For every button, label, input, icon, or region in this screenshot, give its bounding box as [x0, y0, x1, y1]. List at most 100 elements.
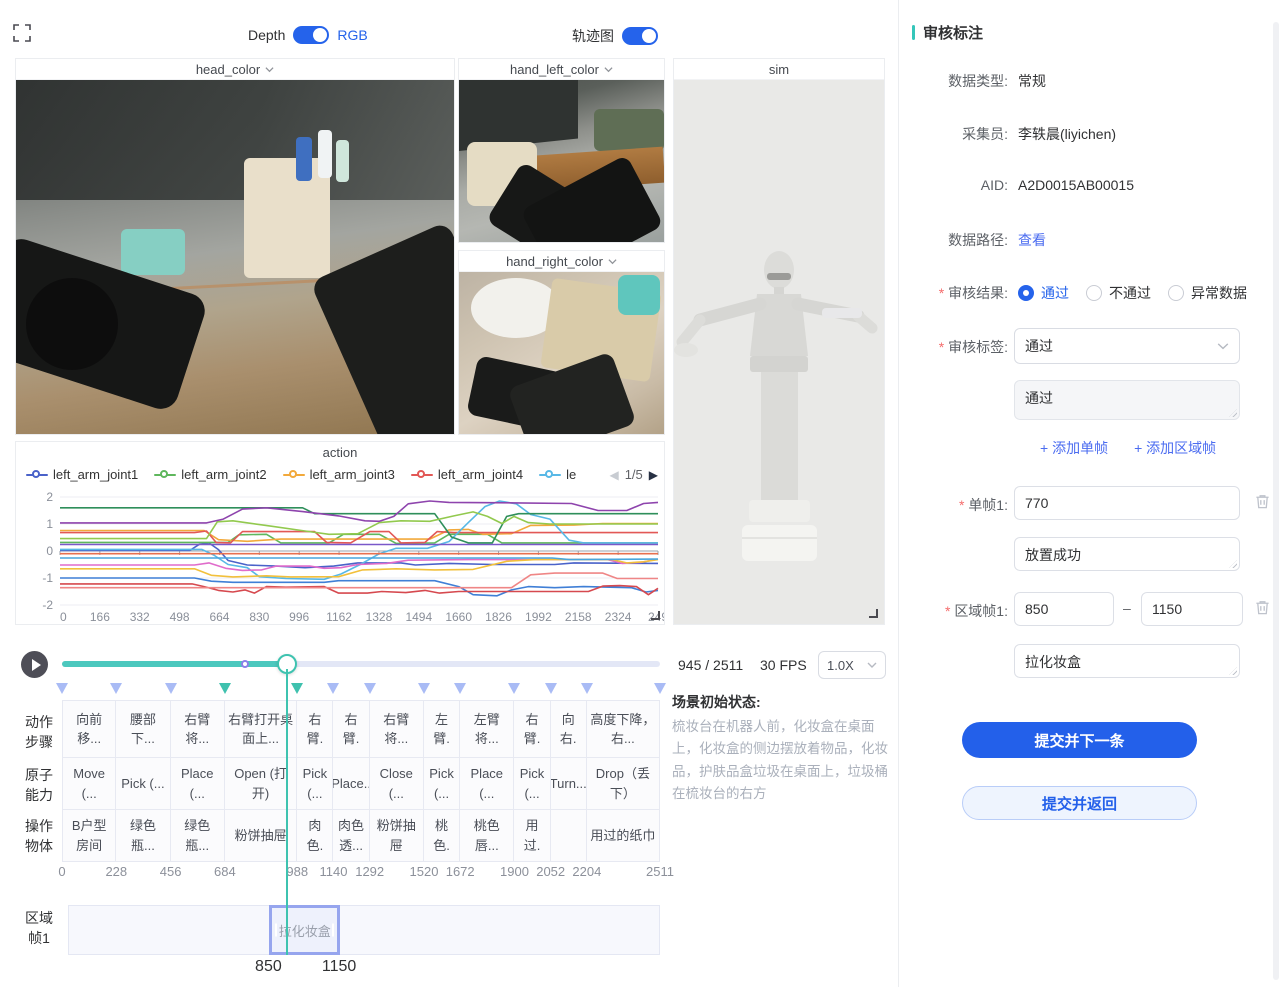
track-cell[interactable]: Place.. — [333, 758, 369, 810]
panel-scrollbar[interactable] — [1273, 22, 1279, 980]
track-cell[interactable]: 肉色. — [297, 810, 333, 862]
segment-flag-icon[interactable] — [581, 683, 593, 694]
track-cell[interactable]: 腰部下... — [116, 700, 170, 758]
sim-viewport[interactable] — [674, 80, 884, 624]
track-cell[interactable]: 桃色. — [424, 810, 460, 862]
segment-flag-icon[interactable] — [418, 683, 430, 694]
track-cell[interactable]: 左臂. — [424, 700, 460, 758]
trajectory-label: 轨迹图 — [572, 26, 614, 46]
track-cell[interactable]: 用过的纸巾 — [587, 810, 660, 862]
region-frame-track[interactable]: 拉化妆盒 — [68, 905, 660, 955]
track-cell[interactable]: Pick (... — [424, 758, 460, 810]
track-cell[interactable]: Pick (... — [297, 758, 333, 810]
svg-text:166: 166 — [90, 610, 110, 624]
resize-corner-icon[interactable] — [869, 609, 878, 618]
playhead-line[interactable] — [286, 669, 288, 955]
region-start-input[interactable]: 850 — [1014, 592, 1114, 626]
track-cell[interactable]: B户型房间 — [62, 810, 116, 862]
track-cell[interactable]: 肉色透... — [333, 810, 369, 862]
resize-grip-icon[interactable] — [1229, 409, 1237, 417]
region-handle-left[interactable] — [275, 924, 277, 937]
camera-label-hand-right: hand_right_color — [506, 254, 603, 269]
field-label: 数据类型: — [912, 71, 1008, 91]
fullscreen-icon[interactable] — [13, 24, 31, 42]
track-cell[interactable]: 向前移... — [62, 700, 116, 758]
segment-flag-icon[interactable] — [508, 683, 520, 694]
svg-text:664: 664 — [209, 610, 229, 624]
region-frame-note-textarea[interactable]: 拉化妆盒 — [1014, 644, 1240, 678]
region-handle-right[interactable] — [332, 924, 334, 937]
segment-flag-icon[interactable] — [654, 683, 666, 694]
legend-prev-icon[interactable]: ◀ — [609, 468, 618, 482]
review-tag-select[interactable]: 通过 — [1014, 328, 1240, 364]
track-cell[interactable]: Place (... — [460, 758, 514, 810]
review-result-radio-selected[interactable]: 通过 — [1018, 283, 1069, 303]
segment-flag-icon[interactable] — [110, 683, 122, 694]
track-cell[interactable]: 右臂将... — [171, 700, 225, 758]
segment-flag-icon[interactable] — [327, 683, 339, 694]
track-cell[interactable]: Move (... — [62, 758, 116, 810]
segment-flag-icon[interactable] — [165, 683, 177, 694]
add-region-frame-link[interactable]: + 添加区域帧 — [1134, 438, 1216, 458]
track-cell[interactable]: Close (... — [370, 758, 424, 810]
segment-flag-icon[interactable] — [545, 683, 557, 694]
track-cell[interactable]: 绿色瓶... — [116, 810, 170, 862]
track-cell[interactable]: 右臂将... — [370, 700, 424, 758]
segment-flag-icon[interactable] — [219, 683, 231, 694]
resize-corner-icon[interactable] — [651, 611, 660, 620]
review-tag-note-textarea[interactable]: 通过 — [1014, 380, 1240, 420]
resize-grip-icon[interactable] — [1229, 560, 1237, 568]
track-cell[interactable]: Turn... — [551, 758, 587, 810]
segment-flag-icon[interactable] — [454, 683, 466, 694]
track-cell[interactable]: 右臂. — [514, 700, 550, 758]
track-cell[interactable]: 右臂. — [297, 700, 333, 758]
play-button[interactable] — [21, 651, 48, 678]
track-cell[interactable]: Pick (... — [116, 758, 170, 810]
single-frame-note-textarea[interactable]: 放置成功 — [1014, 537, 1240, 571]
review-result-radio-option[interactable]: 不通过 — [1086, 283, 1151, 303]
track-cell[interactable]: 粉饼抽屉 — [370, 810, 424, 862]
track-cell[interactable] — [551, 810, 587, 862]
legend-item[interactable]: left_arm_joint4 — [411, 467, 523, 482]
scene-title: 场景初始状态: — [672, 692, 896, 712]
track-cell[interactable]: 右臂. — [333, 700, 369, 758]
segment-flag-icon[interactable] — [56, 683, 68, 694]
add-single-frame-link[interactable]: + 添加单帧 — [1040, 438, 1108, 458]
playback-speed-select[interactable]: 1.0X — [818, 651, 886, 679]
action-line-chart[interactable]: 210-1-2016633249866483099611621328149416… — [16, 487, 664, 625]
track-cell[interactable]: Drop（丢下） — [587, 758, 660, 810]
region-frame-segment[interactable]: 拉化妆盒 — [269, 905, 340, 955]
track-cell[interactable]: Place (... — [171, 758, 225, 810]
track-cell[interactable]: 高度下降，右... — [587, 700, 660, 758]
legend-item[interactable]: left_arm_joint1 — [26, 467, 138, 482]
view-link[interactable]: 查看 — [1018, 230, 1046, 250]
delete-region-frame-icon[interactable] — [1254, 599, 1272, 617]
segment-flag-icon[interactable] — [364, 683, 376, 694]
region-end-input[interactable]: 1150 — [1141, 592, 1243, 626]
submit-next-button[interactable]: 提交并下一条 — [962, 722, 1197, 758]
single-frame-input[interactable]: 770 — [1014, 486, 1240, 520]
camera-select-hand-left[interactable]: hand_left_color — [459, 59, 664, 80]
track-cell[interactable]: Pick (... — [514, 758, 550, 810]
trajectory-toggle[interactable] — [622, 27, 658, 45]
depth-rgb-toggle[interactable] — [293, 26, 329, 44]
legend-item[interactable]: left_arm_joint3 — [283, 467, 395, 482]
submit-return-button[interactable]: 提交并返回 — [962, 786, 1197, 820]
track-label-objects: 操作物体 — [22, 816, 56, 857]
track-cell[interactable]: 桃色唇... — [460, 810, 514, 862]
resize-grip-icon[interactable] — [1229, 667, 1237, 675]
track-cell[interactable]: 向右. — [551, 700, 587, 758]
panel-divider — [898, 0, 899, 987]
legend-item[interactable]: le — [539, 467, 576, 482]
field-value: 李轶晨(liyichen) — [1018, 124, 1116, 144]
track-cell[interactable]: 左臂将... — [460, 700, 514, 758]
track-cell[interactable]: 用过. — [514, 810, 550, 862]
review-result-radio-option[interactable]: 异常数据 — [1168, 283, 1247, 303]
camera-select-head[interactable]: head_color — [16, 59, 454, 80]
legend-next-icon[interactable]: ▶ — [649, 468, 658, 482]
legend-item[interactable]: left_arm_joint2 — [154, 467, 266, 482]
track-cell[interactable]: 绿色瓶... — [171, 810, 225, 862]
segment-flag-icon[interactable] — [291, 683, 303, 694]
camera-select-hand-right[interactable]: hand_right_color — [459, 251, 664, 272]
delete-single-frame-icon[interactable] — [1254, 493, 1272, 511]
